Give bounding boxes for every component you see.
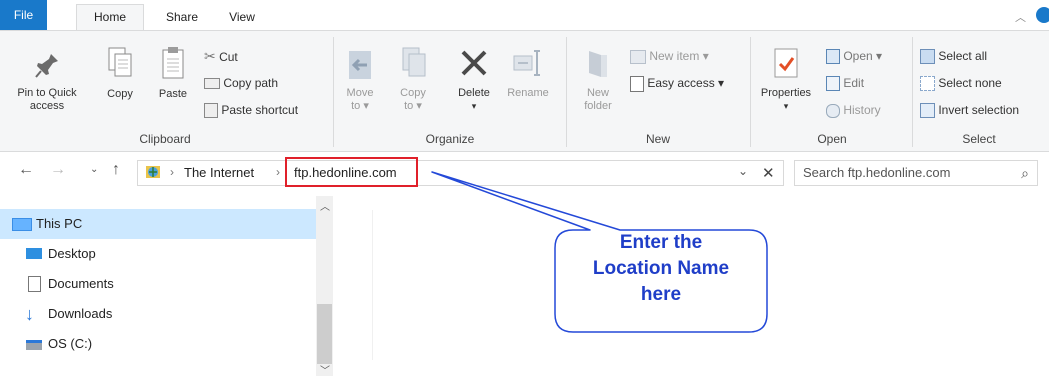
callout-bubble bbox=[431, 171, 768, 333]
callout-line-2: Location Name bbox=[592, 258, 730, 279]
callout-line-1: Enter the bbox=[619, 232, 703, 253]
callout-text: Enter the Location Name here bbox=[555, 230, 767, 308]
callout-line-3: here bbox=[640, 284, 682, 305]
